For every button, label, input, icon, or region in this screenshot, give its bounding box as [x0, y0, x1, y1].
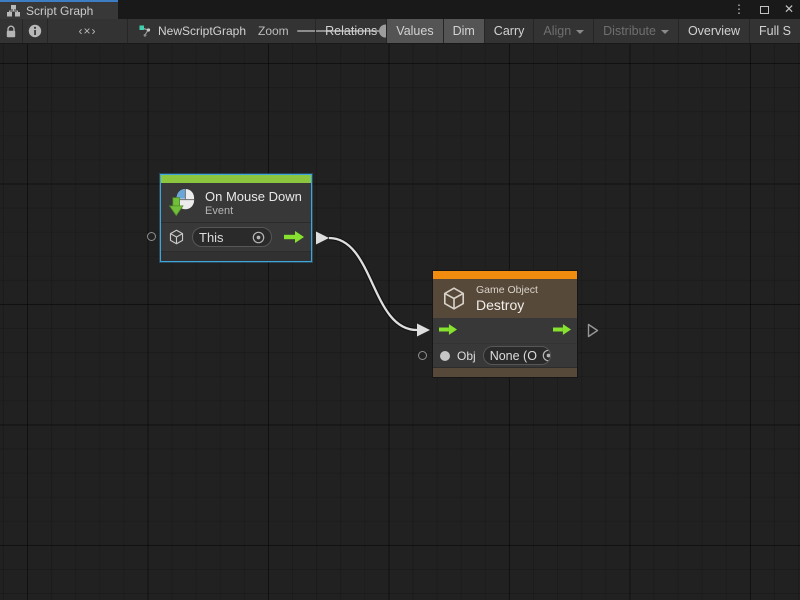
obj-value-port[interactable]	[418, 351, 427, 360]
node-header-strip	[161, 175, 311, 183]
target-field-value: This	[199, 230, 224, 245]
hierarchy-icon	[7, 5, 20, 17]
align-button[interactable]: Align	[533, 19, 593, 43]
flow-arrow-icon	[284, 231, 304, 243]
obj-field[interactable]: None (O	[483, 346, 551, 365]
script-graph-window: Script Graph ⋮ ✕ ‹×›	[0, 0, 800, 600]
node-title: On Mouse Down	[205, 189, 302, 204]
info-button[interactable]	[23, 19, 48, 43]
tab-script-graph[interactable]: Script Graph	[0, 0, 118, 19]
flow-arrow-icon	[439, 324, 457, 335]
object-picker-icon[interactable]	[542, 349, 551, 362]
graph-breadcrumb[interactable]: NewScriptGraph	[139, 19, 246, 43]
values-label: Values	[396, 24, 433, 38]
obj-port-dot-icon	[440, 351, 450, 361]
values-button[interactable]: Values	[386, 19, 442, 43]
zoom-label: Zoom	[258, 24, 289, 38]
overview-button[interactable]: Overview	[678, 19, 749, 43]
chevron-down-icon	[661, 30, 669, 34]
unconnected-flow-arrow-icon[interactable]	[587, 323, 599, 338]
carry-label: Carry	[494, 24, 525, 38]
chevron-down-icon	[576, 30, 584, 34]
tab-title: Script Graph	[26, 4, 93, 18]
node-header[interactable]: On Mouse Down Event	[161, 183, 311, 223]
flow-arrow-icon	[553, 324, 571, 335]
node-destroy[interactable]: Game Object Destroy	[432, 270, 578, 378]
node-titles: On Mouse Down Event	[205, 189, 302, 217]
fullscreen-button[interactable]: Full S	[749, 19, 800, 43]
node-flow-row	[433, 318, 577, 343]
node-on-mouse-down[interactable]: On Mouse Down Event This	[160, 174, 312, 262]
lock-button[interactable]	[0, 19, 23, 43]
target-field[interactable]: This	[192, 227, 272, 247]
window-menu-icon[interactable]: ⋮	[733, 0, 745, 19]
info-icon	[28, 24, 42, 38]
cube-icon	[168, 228, 185, 246]
target-input-port[interactable]	[147, 232, 156, 241]
relations-button[interactable]: Relations	[315, 19, 386, 43]
node-header[interactable]: Game Object Destroy	[433, 279, 577, 318]
connection-start-arrow-icon	[316, 232, 329, 245]
obj-field-value: None (O	[490, 349, 537, 363]
node-header-strip	[433, 271, 577, 279]
node-footer	[161, 251, 311, 261]
node-port-row: This	[161, 223, 311, 251]
code-view-button[interactable]: ‹×›	[48, 19, 128, 43]
toolbar-buttons: Relations Values Dim Carry Align Distrib…	[315, 19, 800, 43]
code-icon: ‹×›	[79, 24, 97, 38]
flow-connection[interactable]	[0, 44, 800, 600]
node-title: Destroy	[476, 297, 538, 313]
lock-icon	[5, 25, 17, 38]
relations-label: Relations	[325, 24, 377, 38]
connection-end-arrow-icon	[417, 324, 430, 337]
node-category: Game Object	[476, 284, 538, 296]
align-label: Align	[543, 24, 571, 38]
graph-name: NewScriptGraph	[158, 24, 246, 38]
object-picker-icon[interactable]	[252, 231, 265, 244]
flow-output-port[interactable]	[553, 323, 571, 338]
flow-output-port[interactable]	[284, 231, 304, 243]
carry-button[interactable]: Carry	[484, 19, 534, 43]
dim-label: Dim	[453, 24, 475, 38]
tab-bar: Script Graph ⋮ ✕	[0, 0, 800, 19]
dim-button[interactable]: Dim	[443, 19, 484, 43]
fullscreen-label: Full S	[759, 24, 791, 38]
obj-label: Obj	[457, 349, 476, 363]
graph-toolbar: ‹×› NewScriptGraph Zoom 1x Relations Va	[0, 19, 800, 44]
distribute-button[interactable]: Distribute	[593, 19, 678, 43]
graph-canvas[interactable]: On Mouse Down Event This	[0, 44, 800, 600]
maximize-icon[interactable]	[760, 6, 769, 14]
distribute-label: Distribute	[603, 24, 656, 38]
node-obj-row: Obj None (O	[433, 343, 577, 367]
flow-input-port[interactable]	[439, 323, 457, 338]
window-controls: ⋮ ✕	[733, 0, 794, 19]
node-subtitle: Event	[205, 205, 302, 217]
mouse-event-icon	[169, 188, 196, 217]
node-titles: Game Object Destroy	[476, 284, 538, 313]
overview-label: Overview	[688, 24, 740, 38]
close-icon[interactable]: ✕	[784, 0, 794, 19]
game-object-cube-icon	[441, 285, 467, 312]
graph-icon	[139, 25, 152, 37]
node-footer	[433, 367, 577, 377]
